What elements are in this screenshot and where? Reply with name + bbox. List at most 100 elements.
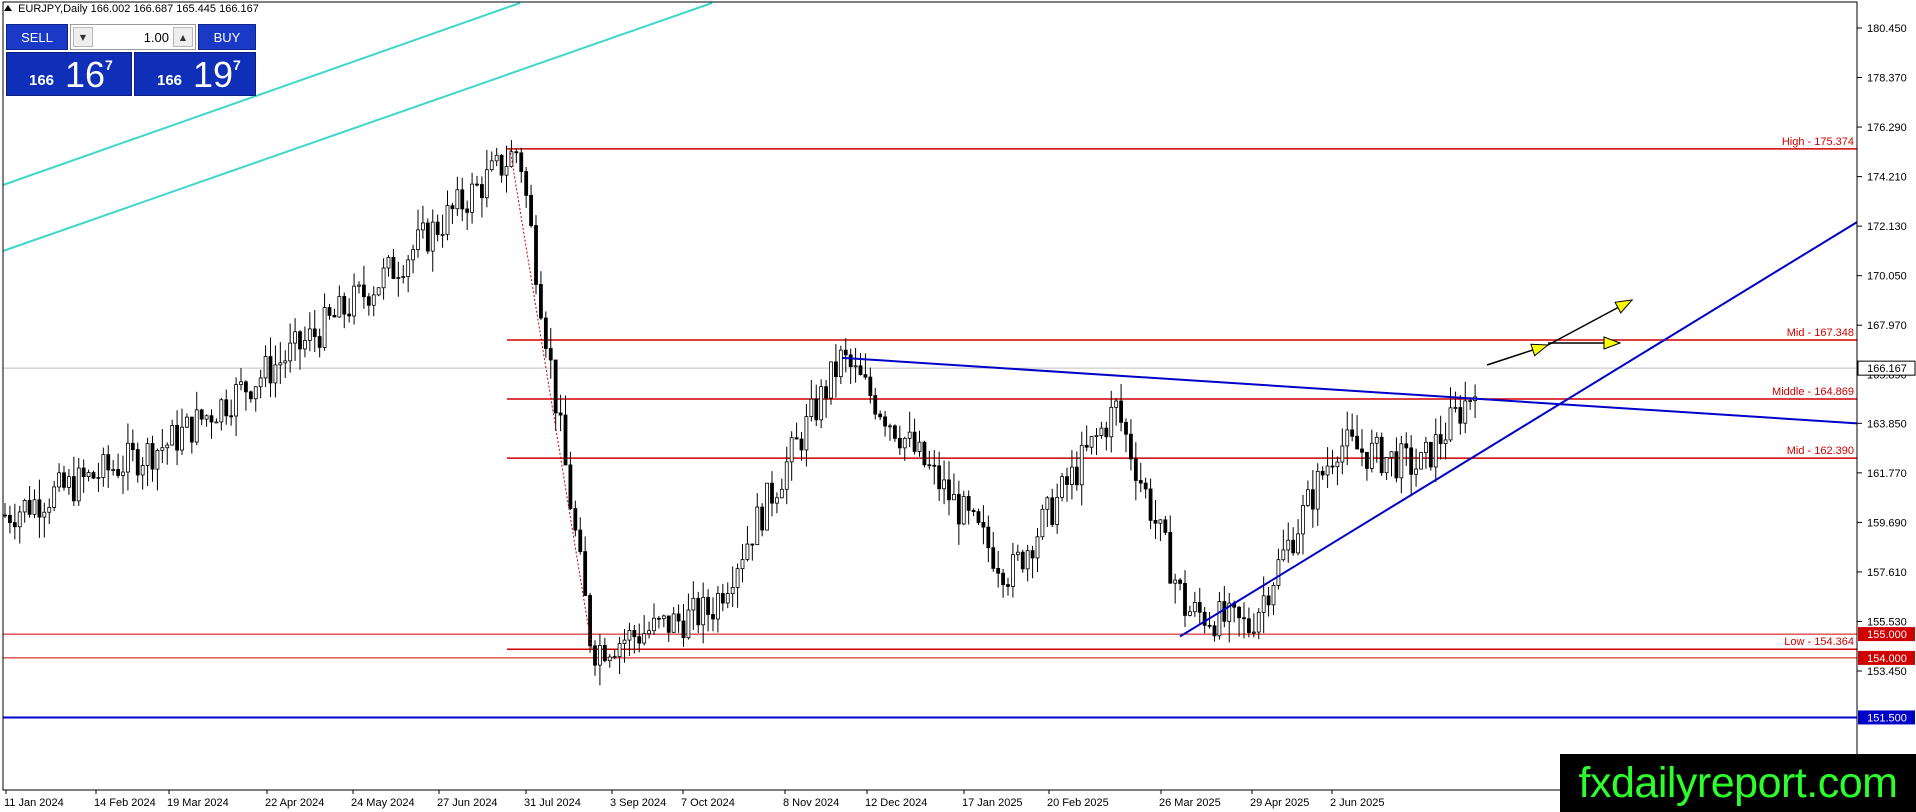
- candle: [189, 416, 194, 454]
- increase-lot-button[interactable]: ▲: [173, 27, 193, 47]
- candle-body: [706, 596, 710, 615]
- candle-body: [214, 421, 219, 424]
- candle: [96, 462, 101, 492]
- candle-body: [1340, 445, 1345, 463]
- candle-body: [548, 348, 553, 361]
- candle: [1227, 592, 1232, 643]
- candle: [106, 445, 111, 488]
- candle-body: [888, 425, 892, 428]
- candle-body: [824, 386, 828, 399]
- decrease-lot-button[interactable]: ▼: [73, 27, 93, 47]
- y-tick-label: 172.130: [1867, 221, 1907, 233]
- candle: [1379, 432, 1384, 477]
- candle: [86, 469, 91, 482]
- candle: [1011, 542, 1015, 598]
- candle: [598, 634, 602, 686]
- buy-button[interactable]: BUY: [198, 24, 256, 50]
- candle-body: [716, 593, 720, 620]
- candle: [1310, 469, 1315, 528]
- candle-body: [1129, 433, 1133, 460]
- sell-button[interactable]: SELL: [6, 24, 68, 50]
- candle-body: [1266, 595, 1271, 606]
- candle: [1001, 568, 1005, 598]
- candle: [775, 492, 779, 514]
- candle: [1192, 591, 1197, 617]
- candle: [1173, 573, 1178, 604]
- candle: [1237, 605, 1241, 637]
- candle: [396, 261, 401, 297]
- candle-body: [504, 166, 509, 176]
- candle: [1433, 418, 1438, 482]
- candle-body: [1409, 447, 1414, 475]
- candle: [524, 166, 529, 208]
- candle: [42, 502, 47, 538]
- candle: [37, 479, 42, 538]
- candle-body: [86, 472, 91, 478]
- candle-body: [1271, 585, 1276, 606]
- arrow-right-head: [1603, 336, 1622, 350]
- candle: [1079, 431, 1084, 506]
- candle: [1060, 473, 1064, 502]
- sell-price-prefix: 166: [29, 72, 55, 89]
- candle: [534, 215, 538, 295]
- candle-body: [357, 284, 361, 287]
- candle: [450, 202, 455, 224]
- candle-body: [593, 645, 597, 666]
- candle: [893, 424, 897, 442]
- candle-body: [1419, 452, 1423, 470]
- candle-body: [912, 431, 917, 452]
- candle: [961, 490, 966, 526]
- candle: [1453, 391, 1458, 413]
- candle: [519, 147, 524, 183]
- candle: [366, 293, 371, 316]
- candle: [1114, 398, 1119, 426]
- candle-body: [666, 615, 671, 633]
- candle: [735, 563, 740, 608]
- candle: [273, 345, 278, 398]
- plot-area[interactable]: High - 175.374 Mid - 167.348 Middle - 164.…: [2, 2, 1858, 719]
- candle-body: [391, 256, 396, 279]
- candle: [1084, 425, 1089, 452]
- candle: [1104, 421, 1109, 451]
- candle: [563, 395, 568, 466]
- candle: [175, 410, 179, 466]
- candle: [81, 459, 86, 493]
- candle: [337, 285, 342, 318]
- candle: [1163, 516, 1168, 536]
- candle: [1365, 451, 1369, 481]
- candle: [62, 465, 66, 491]
- candle-body: [927, 464, 932, 467]
- lot-size-input[interactable]: [95, 27, 169, 47]
- x-tick-label: 17 Jan 2025: [962, 797, 1023, 809]
- candle: [1212, 621, 1217, 642]
- candle: [740, 543, 745, 583]
- candle-body: [858, 365, 863, 375]
- candle-body: [932, 464, 937, 467]
- candle-body: [607, 656, 612, 662]
- candle-body: [1094, 435, 1099, 437]
- candle-body: [612, 656, 617, 658]
- candle-body: [1060, 476, 1064, 498]
- candle-body: [578, 529, 583, 552]
- candle: [657, 616, 661, 629]
- candle: [883, 410, 887, 437]
- candle-body: [381, 267, 386, 289]
- candle-body: [1404, 443, 1409, 449]
- candle-body: [1379, 436, 1384, 474]
- candle-body: [1001, 572, 1005, 585]
- candle: [421, 205, 425, 239]
- candle-body: [1079, 444, 1084, 486]
- y-tick-label: 155.530: [1867, 616, 1907, 628]
- candle-body: [853, 365, 858, 368]
- buy-price-box[interactable]: 166 19 7: [134, 52, 256, 96]
- sell-price-box[interactable]: 166 16 7: [6, 52, 132, 96]
- candle-body: [1458, 407, 1463, 424]
- x-tick-label: 12 Dec 2024: [865, 797, 927, 809]
- candle-body: [996, 567, 1001, 574]
- candle-body: [868, 376, 873, 396]
- candle-body: [312, 328, 317, 337]
- candle-body: [976, 511, 981, 523]
- price-chart[interactable]: High - 175.374 Mid - 167.348 Middle - 164.…: [0, 0, 1916, 812]
- candle-body: [539, 284, 543, 319]
- candle: [1099, 421, 1104, 439]
